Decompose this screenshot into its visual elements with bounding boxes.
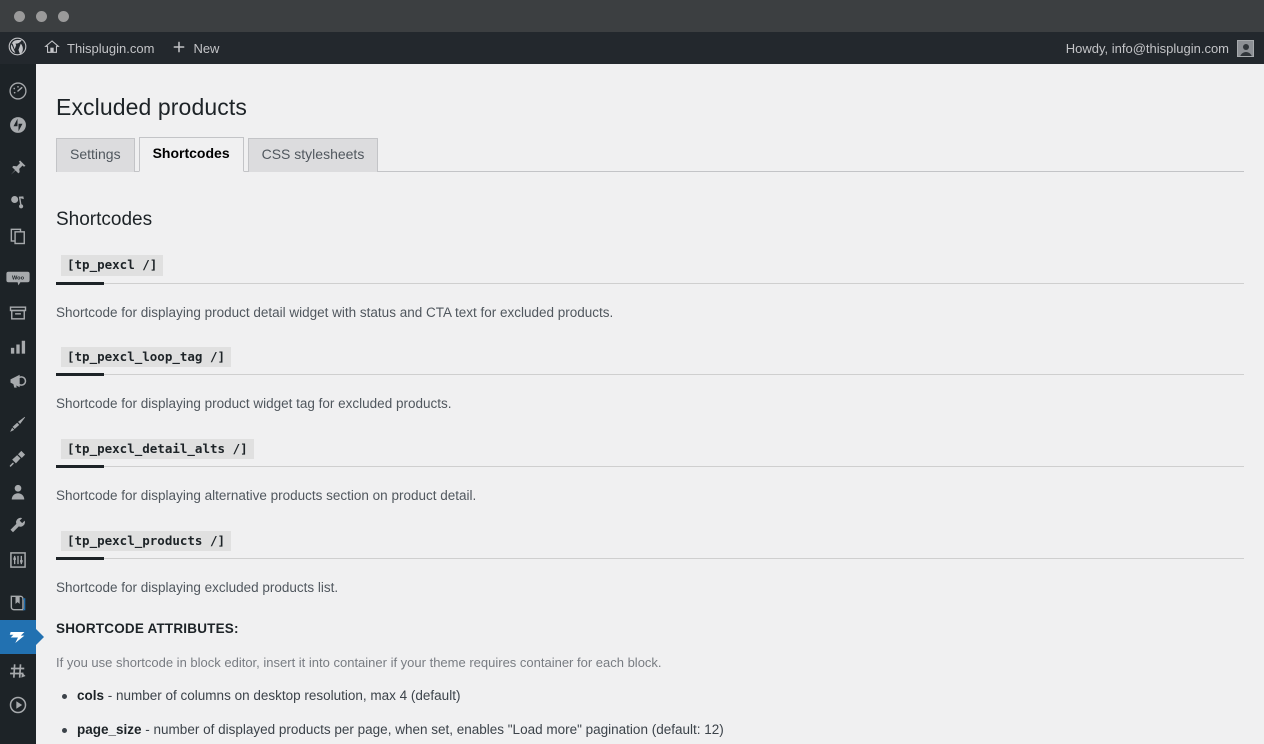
sidebar-item-plugins[interactable]: [0, 441, 36, 475]
attribute-text: - number of columns on desktop resolutio…: [104, 688, 461, 704]
box-icon: [8, 303, 28, 323]
attribute-text: - number of displayed products per page,…: [141, 721, 724, 737]
site-name-label: Thisplugin.com: [67, 40, 155, 56]
attribute-name: cols: [77, 688, 105, 704]
plug-icon: [8, 448, 28, 468]
shortcode-description: Shortcode for displaying alternative pro…: [56, 488, 477, 504]
bar-chart-icon: [8, 337, 28, 357]
media-icon: [8, 192, 28, 212]
admin-bar-my-account[interactable]: Howdy, info@thisplugin.com: [1065, 39, 1264, 57]
wp-admin-bar: Thisplugin.com New Howdy, info@thisplugi…: [0, 32, 1264, 64]
lightning-icon: [7, 626, 29, 648]
attributes-list: cols - number of columns on desktop reso…: [56, 686, 1244, 744]
sidebar-item-thisplugin[interactable]: [0, 620, 36, 654]
home-icon: [44, 39, 60, 58]
sidebar-item-appearance[interactable]: [0, 407, 36, 441]
list-item: page_size - number of displayed products…: [62, 720, 1244, 740]
sidebar-item-jetpack[interactable]: [0, 108, 36, 142]
tab-css-stylesheets[interactable]: CSS stylesheets: [247, 138, 379, 172]
tab-settings[interactable]: Settings: [56, 138, 135, 172]
window-close-button[interactable]: [14, 10, 25, 22]
section-title: Shortcodes: [56, 208, 153, 230]
admin-sidebar-menu: Woo: [0, 64, 36, 744]
shortcode-entry: [tp_pexcl_loop_tag /] Shortcode for disp…: [56, 346, 1244, 415]
shortcode-code[interactable]: [tp_pexcl_products /]: [61, 530, 232, 552]
hash-pencil-icon: [8, 661, 28, 681]
megaphone-icon: [8, 371, 28, 391]
admin-body: Woo Excluded products Settings Shortcode…: [0, 64, 1264, 744]
shortcode-code[interactable]: [tp_pexcl_detail_alts /]: [61, 438, 254, 460]
sidebar-item-marketing[interactable]: [0, 364, 36, 398]
book-icon: [8, 593, 28, 613]
shortcode-entry: [tp_pexcl_detail_alts /] Shortcode for d…: [56, 438, 1244, 507]
sidebar-item-media[interactable]: [0, 185, 36, 219]
tab-bar: Settings Shortcodes CSS stylesheets: [56, 137, 1244, 172]
play-circle-icon: [8, 695, 28, 715]
sidebar-item-woocommerce[interactable]: Woo: [0, 262, 36, 296]
settings-icon: [8, 550, 28, 570]
sidebar-item-custom-fields[interactable]: [0, 654, 36, 688]
window-maximize-button[interactable]: [58, 10, 69, 22]
admin-bar-wordpress-logo[interactable]: [0, 32, 35, 64]
sidebar-item-settings[interactable]: [0, 543, 36, 577]
wordpress-logo-icon: [8, 37, 27, 59]
divider: [56, 557, 1244, 561]
pages-icon: [8, 226, 28, 246]
sidebar-item-products[interactable]: [0, 296, 36, 330]
sidebar-item-pages[interactable]: [0, 219, 36, 253]
shortcode-description: Shortcode for displaying product widget …: [56, 396, 452, 412]
attribute-name: page_size: [77, 721, 142, 737]
user-icon: [8, 482, 28, 502]
shortcode-entry: [tp_pexcl /] Shortcode for displaying pr…: [56, 254, 1244, 323]
attributes-heading: SHORTCODE ATTRIBUTES:: [56, 621, 239, 637]
sidebar-item-dashboard[interactable]: [0, 74, 36, 108]
sidebar-item-posts[interactable]: [0, 151, 36, 185]
svg-text:Woo: Woo: [12, 275, 25, 281]
wrench-icon: [8, 516, 28, 536]
new-label: New: [193, 40, 220, 56]
window-minimize-button[interactable]: [36, 10, 47, 22]
window-titlebar: [0, 0, 1264, 32]
divider: [56, 373, 1244, 377]
woo-icon: Woo: [6, 269, 30, 289]
page-title: Excluded products: [56, 94, 247, 120]
pin-icon: [8, 158, 28, 178]
avatar: [1237, 39, 1254, 57]
tab-shortcodes[interactable]: Shortcodes: [138, 137, 244, 172]
admin-bar-new-content[interactable]: New: [163, 32, 228, 64]
sidebar-item-analytics[interactable]: [0, 330, 36, 364]
jetpack-icon: [8, 115, 28, 135]
howdy-label: Howdy, info@thisplugin.com: [1065, 40, 1229, 56]
sidebar-item-book[interactable]: [0, 586, 36, 620]
list-item: cols - number of columns on desktop reso…: [62, 686, 1244, 706]
admin-bar-site-name[interactable]: Thisplugin.com: [35, 32, 163, 64]
divider: [56, 281, 1244, 285]
sidebar-item-users[interactable]: [0, 475, 36, 509]
shortcode-description: Shortcode for displaying product detail …: [56, 304, 614, 320]
sidebar-item-media-player[interactable]: [0, 688, 36, 722]
attributes-note: If you use shortcode in block editor, in…: [56, 655, 662, 671]
divider: [56, 465, 1244, 469]
paintbrush-icon: [8, 414, 28, 434]
shortcode-description: Shortcode for displaying excluded produc…: [56, 580, 339, 596]
shortcode-entry: [tp_pexcl_products /] Shortcode for disp…: [56, 530, 1244, 599]
main-content: Excluded products Settings Shortcodes CS…: [36, 64, 1264, 744]
sidebar-item-tools[interactable]: [0, 509, 36, 543]
shortcode-code[interactable]: [tp_pexcl_loop_tag /]: [61, 346, 232, 368]
plus-icon: [172, 40, 186, 57]
gauge-icon: [8, 81, 28, 101]
shortcode-code[interactable]: [tp_pexcl /]: [61, 254, 164, 276]
